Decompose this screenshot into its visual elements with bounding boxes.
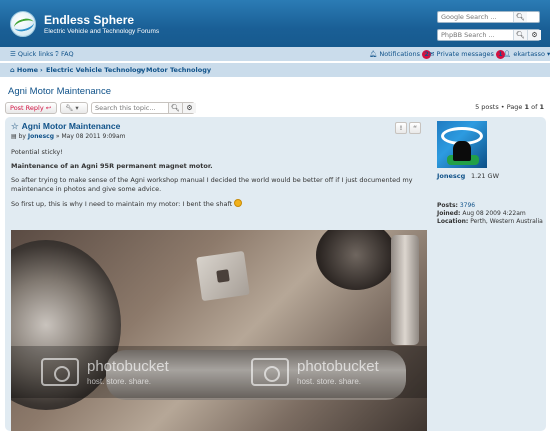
profile-rank: 1.21 GW [471,172,500,180]
quick-links-menu[interactable]: ☰ Quick links [10,50,53,58]
breadcrumb-separator-icon: › [140,66,143,74]
google-search-box: 🔍︎ [437,11,540,23]
private-messages-link[interactable]: ✉ Private messages 1 [429,50,505,59]
breadcrumb-electric-vehicle-technology[interactable]: Electric Vehicle Technology [46,66,145,74]
google-search-button[interactable]: 🔍︎ [513,12,527,22]
topic-search-box: 🔍︎ ⚙ [91,102,196,114]
post-paragraph: Potential sticky! [11,148,63,156]
google-search-input[interactable] [438,12,513,22]
post-date: » May 08 2011 9:09am [55,133,126,140]
profile-username-link[interactable]: Jonescg [437,172,465,180]
post-reply-button[interactable]: Post Reply ↩ [5,102,57,114]
action-bar: Post Reply ↩ 🔧︎ ▾ 🔍︎ ⚙ 5 posts • Page 1 … [0,101,550,115]
bell-icon: 🔔︎ [369,50,378,58]
user-menu[interactable]: 👤︎ ekartasso ▾ [503,50,550,58]
user-icon: 👤︎ [503,50,512,58]
current-page: 1 [524,103,530,111]
post-image[interactable]: photobucket host. store. share. photobuc… [11,230,427,431]
post-paragraph: So after trying to make sense of the Agn… [11,176,413,193]
avatar[interactable] [437,121,487,168]
caret-down-icon: ▾ [75,104,79,112]
post-profile: Jonescg 1.21 GW Posts: 3796 Joined: Aug … [437,121,543,241]
hamburger-icon: ☰ [10,50,16,58]
topic-advanced-search-button[interactable]: ⚙ [182,103,196,113]
reply-icon: ↩ [45,104,52,112]
camera-icon [41,358,79,386]
file-icon: ▤ [11,133,17,140]
page-title[interactable]: Agni Motor Maintenance [8,86,111,97]
report-icon[interactable]: ! [395,122,407,134]
inbox-icon: ✉ [429,50,435,58]
phpbb-advanced-search-button[interactable]: ⚙ [527,30,541,40]
breadcrumb-motor-technology[interactable]: Motor Technology [146,66,211,74]
post-title[interactable]: ☆ Agni Motor Maintenance [11,121,120,132]
confused-smiley-icon [234,199,243,207]
quote-icon[interactable]: “ [409,122,421,134]
star-icon: ☆ [11,121,19,131]
profile-posts: Posts: 3796 [437,202,476,209]
breadcrumb-separator-icon: › [40,66,43,74]
breadcrumb: ⌂ Home › Electric Vehicle Technology › M… [0,63,550,77]
post-paragraph-with-smiley: So first up, this is why I need to maint… [11,199,426,209]
site-logo[interactable] [10,11,36,37]
breadcrumb-home[interactable]: ⌂ Home [10,66,38,74]
post-content: Potential sticky! Maintenance of an Agni… [11,148,426,214]
topic-tools-button[interactable]: 🔧︎ ▾ [60,102,88,114]
profile-posts-link[interactable]: 3796 [460,202,475,209]
topic-search-button[interactable]: 🔍︎ [168,103,182,113]
home-icon: ⌂ [10,66,15,74]
post-author-link[interactable]: Jonescg [28,133,54,140]
wrench-icon: 🔧︎ [65,104,74,112]
phpbb-search-box: 🔍︎ ⚙ [437,29,541,41]
post: ☆ Agni Motor Maintenance ▤ by Jonescg » M… [5,117,546,431]
post-meta: ▤ by Jonescg » May 08 2011 9:09am [11,133,126,140]
phpbb-search-input[interactable] [438,30,513,40]
profile-joined: Joined: Aug 08 2009 4:22am [437,210,526,217]
navbar: ☰ Quick links ❔︎ FAQ 🔔︎ Notifications 2 … [0,47,550,62]
faq-link[interactable]: ❔︎ FAQ [55,50,74,59]
topic-search-input[interactable] [92,103,168,113]
help-icon: ❔︎ [55,50,59,58]
phpbb-search-button[interactable]: 🔍︎ [513,30,527,40]
total-pages: 1 [539,103,544,111]
post-paragraph: Maintenance of an Agni 95R permanent mag… [11,162,213,170]
site-subtitle: Electric Vehicle and Technology Forums [44,28,160,35]
profile-location: Location: Perth, Western Australia [437,218,543,225]
site-title[interactable]: Endless Sphere [44,13,134,27]
camera-icon [251,358,289,386]
notifications-link[interactable]: 🔔︎ Notifications 2 [369,50,432,59]
site-header: Endless Sphere Electric Vehicle and Tech… [0,0,550,47]
pagination: 5 posts • Page 1 of 1 [475,103,544,111]
